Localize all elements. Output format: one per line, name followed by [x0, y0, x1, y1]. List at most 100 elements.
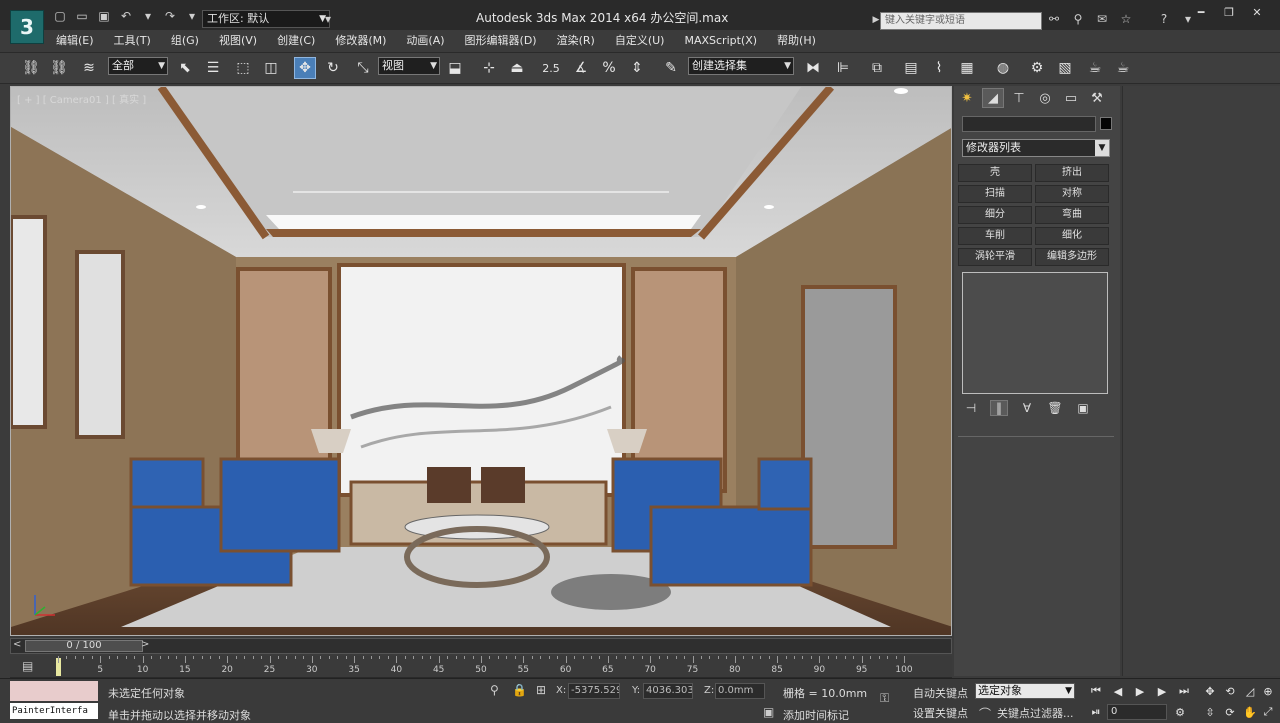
percent-snap-icon[interactable]: % [598, 57, 620, 79]
play-icon[interactable]: ▶ [1130, 683, 1150, 699]
open-file-icon[interactable]: ▭ [74, 8, 90, 24]
select-and-move-icon[interactable]: ✥ [294, 57, 316, 79]
time-slider-next[interactable]: > [141, 639, 149, 650]
current-frame-field[interactable]: 0 [1107, 704, 1167, 720]
new-file-icon[interactable]: ▢ [52, 8, 68, 24]
select-and-rotate-icon[interactable]: ↻ [322, 57, 344, 79]
time-slider[interactable]: < 0 / 100 > [10, 638, 952, 654]
time-tag-icon[interactable]: ▣ [763, 705, 774, 719]
unlink-icon[interactable]: ⛓ [48, 57, 70, 79]
menu-rendering[interactable]: 渲染(R) [547, 32, 605, 50]
maximize-viewport-icon[interactable]: ⤢ [1258, 704, 1278, 720]
select-by-name-icon[interactable]: ☰ [202, 57, 224, 79]
redo-dropdown-icon[interactable]: ▾ [184, 8, 200, 24]
window-crossing-icon[interactable]: ◫ [260, 57, 282, 79]
maximize-icon[interactable]: ❐ [1218, 4, 1240, 20]
undo-icon[interactable]: ↶ [118, 8, 134, 24]
pin-stack-icon[interactable]: ⊣ [962, 400, 980, 416]
motion-tab-icon[interactable]: ◎ [1034, 88, 1056, 108]
remove-modifier-icon[interactable]: 🗑 [1046, 400, 1064, 416]
time-slider-thumb[interactable]: 0 / 100 [25, 640, 143, 652]
layer-manager-icon[interactable]: ⧉ [866, 57, 888, 79]
z-coordinate-field[interactable]: 0.0mm [715, 683, 765, 699]
set-key-button[interactable]: 设置关键点 [913, 705, 968, 721]
display-tab-icon[interactable]: ▭ [1060, 88, 1082, 108]
dolly-camera-icon[interactable]: ⇳ [1200, 704, 1220, 720]
hierarchy-tab-icon[interactable]: ⊤ [1008, 88, 1030, 108]
add-time-tag[interactable]: 添加时间标记 [783, 707, 849, 723]
curve-editor-icon[interactable]: ⌇ [928, 57, 950, 79]
redo-icon[interactable]: ↷ [162, 8, 178, 24]
modifier-lathe-button[interactable]: 车削 [958, 227, 1032, 245]
pivot-center-icon[interactable]: ⬓ [444, 57, 466, 79]
viewport-label[interactable]: [ + ] [ Camera01 ] [ 真实 ] [17, 91, 146, 106]
render-production-icon[interactable]: ☕ [1084, 57, 1106, 79]
menu-graph-editors[interactable]: 图形编辑器(D) [455, 32, 547, 50]
menu-animation[interactable]: 动画(A) [396, 32, 454, 50]
maxscript-listener-output[interactable] [10, 681, 98, 701]
spinner-snap-icon[interactable]: ⇕ [626, 57, 648, 79]
undo-dropdown-icon[interactable]: ▾ [140, 8, 156, 24]
select-and-link-icon[interactable]: ⛓ [20, 57, 42, 79]
utilities-tab-icon[interactable]: ⚒ [1086, 88, 1108, 108]
menu-tools[interactable]: 工具(T) [104, 32, 161, 50]
selection-filter-dropdown[interactable]: 全部 ▼ [108, 57, 168, 75]
modifier-list-dropdown[interactable]: 修改器列表 ▼ [962, 139, 1110, 157]
edit-named-selection-icon[interactable]: ✎ [660, 57, 682, 79]
modifier-extrude-button[interactable]: 挤出 [1035, 164, 1109, 182]
track-bar[interactable]: ▤ 5 10 15 20 25 30 35 40 45 50 55 60 65 70 75 80 85 90 95 1… [10, 656, 952, 678]
schematic-view-icon[interactable]: ▦ [956, 57, 978, 79]
workspace-dropdown[interactable]: 工作区: 默认 ▼ [202, 10, 330, 28]
modifier-stack[interactable] [962, 272, 1108, 394]
render-iterative-icon[interactable]: ☕ [1112, 57, 1134, 79]
modifier-subdivide-button[interactable]: 细分 [958, 206, 1032, 224]
pan-view-icon[interactable]: ✥ [1200, 683, 1220, 699]
modifier-refine-button[interactable]: 细化 [1035, 227, 1109, 245]
graphite-ribbon-icon[interactable]: ▤ [900, 57, 922, 79]
maxscript-listener-input[interactable]: PainterInterfa [10, 703, 98, 719]
selection-lock-icon[interactable]: 🔒 [512, 683, 527, 697]
snaps-toggle[interactable]: 2.5 [540, 57, 562, 79]
field-of-view-icon[interactable]: ◿ [1240, 683, 1260, 699]
angle-snap-icon[interactable]: ∡ [570, 57, 592, 79]
previous-frame-icon[interactable]: ◀ [1108, 683, 1128, 699]
menu-group[interactable]: 组(G) [161, 32, 209, 50]
save-icon[interactable]: ▣ [96, 8, 112, 24]
menu-edit[interactable]: 编辑(E) [46, 32, 104, 50]
mirror-icon[interactable]: ⧓ [802, 57, 824, 79]
close-icon[interactable]: ✕ [1246, 4, 1268, 20]
absolute-mode-icon[interactable]: ⊞ [536, 683, 546, 697]
y-coordinate-field[interactable]: 4036.303 [643, 683, 693, 699]
minimize-icon[interactable]: ━ [1190, 4, 1212, 20]
menu-create[interactable]: 创建(C) [267, 32, 325, 50]
bind-space-warp-icon[interactable]: ≋ [78, 57, 100, 79]
configure-modifier-sets-icon[interactable]: ▣ [1074, 400, 1092, 416]
menu-modifiers[interactable]: 修改器(M) [325, 32, 396, 50]
go-to-start-icon[interactable]: ⏮ [1086, 683, 1106, 699]
material-editor-icon[interactable]: ◍ [992, 57, 1014, 79]
subscription-icon[interactable]: ⚲ [1070, 11, 1086, 27]
binoculars-icon[interactable]: ⚯ [1046, 11, 1062, 27]
key-icon[interactable]: ⚿ [880, 691, 889, 706]
modifier-shell-button[interactable]: 壳 [958, 164, 1032, 182]
named-selection-sets-dropdown[interactable]: 创建选择集 ▼ [688, 57, 794, 75]
modifier-sweep-button[interactable]: 扫描 [958, 185, 1032, 203]
key-mode-toggle-icon[interactable]: ⏯ [1086, 704, 1106, 720]
go-to-end-icon[interactable]: ⏭ [1174, 683, 1194, 699]
modifier-edit-poly-button[interactable]: 编辑多边形 [1035, 248, 1109, 266]
key-selection-set-dropdown[interactable]: 选定对象 ▼ [975, 683, 1075, 699]
mini-curve-editor-icon[interactable]: ▤ [22, 659, 33, 673]
select-object-icon[interactable]: ⬉ [174, 57, 196, 79]
application-button[interactable]: 3 [10, 10, 44, 44]
select-manipulate-icon[interactable]: ⊹ [478, 57, 500, 79]
truck-camera-icon[interactable]: ✋ [1240, 704, 1260, 720]
camera-viewport[interactable]: [ + ] [ Camera01 ] [ 真实 ] [10, 86, 952, 636]
x-coordinate-field[interactable]: -5375.529 [568, 683, 620, 699]
help-icon[interactable]: ? [1156, 11, 1172, 27]
menu-maxscript[interactable]: MAXScript(X) [674, 32, 767, 50]
orbit-icon[interactable]: ⟲ [1220, 683, 1240, 699]
keyboard-shortcut-override-icon[interactable]: ⏏ [506, 57, 528, 79]
object-name-field[interactable] [962, 116, 1096, 132]
default-tangent-icon[interactable]: ⌒ [979, 705, 991, 722]
menu-views[interactable]: 视图(V) [209, 32, 267, 50]
